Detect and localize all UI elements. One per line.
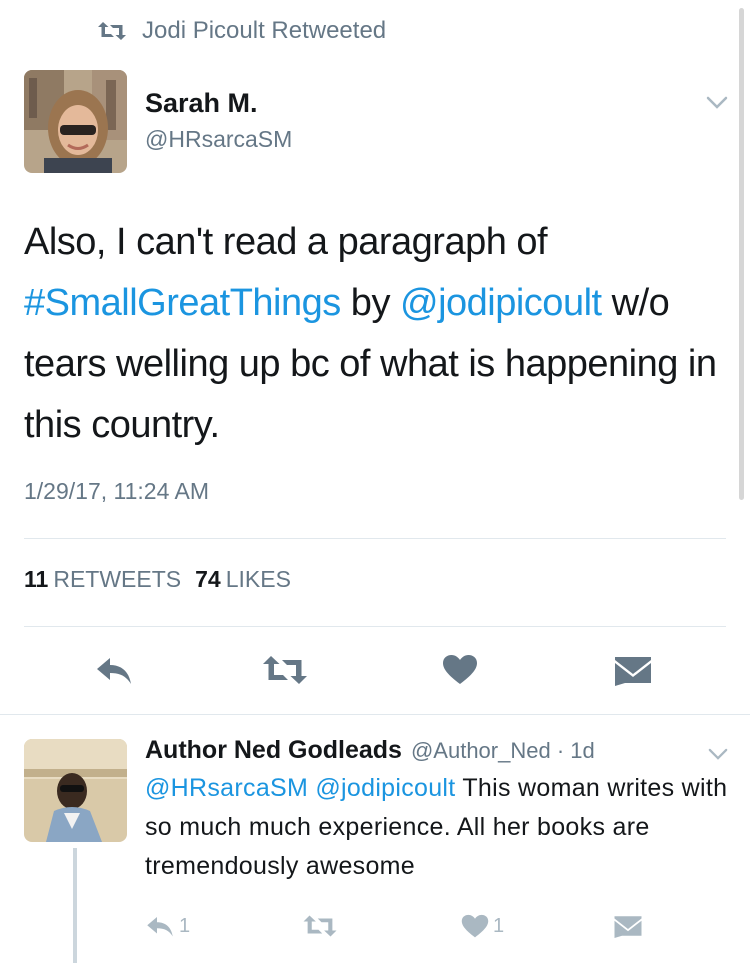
- tweet-text-part: by: [340, 282, 400, 324]
- tweet-timestamp: 1/29/17, 11:24 AM: [24, 478, 209, 504]
- retweets-stat[interactable]: 11 RETWEETS: [24, 566, 181, 593]
- mention-link[interactable]: @HRsarcaSM: [145, 774, 308, 802]
- avatar[interactable]: [24, 70, 127, 173]
- direct-message-button[interactable]: [605, 646, 661, 694]
- likes-label: LIKES: [225, 566, 291, 592]
- retweet-button[interactable]: [257, 646, 313, 694]
- reply-icon: [147, 917, 173, 937]
- retweet-icon: [263, 656, 307, 684]
- reply-button[interactable]: 1: [145, 906, 190, 946]
- heart-icon: [461, 914, 489, 937]
- reply-count: 1: [179, 914, 191, 937]
- tweet-author[interactable]: Sarah M. @HRsarcaSM: [24, 70, 734, 174]
- retweet-icon: [303, 915, 337, 937]
- chevron-down-icon[interactable]: [706, 96, 728, 110]
- tweet-text-part: Also, I can't read a paragraph of: [24, 221, 548, 263]
- author-name[interactable]: Sarah M.: [145, 88, 258, 119]
- scrollbar[interactable]: [739, 8, 744, 500]
- hashtag-link[interactable]: #SmallGreatThings: [24, 282, 341, 324]
- retweet-button[interactable]: [301, 906, 339, 946]
- like-button[interactable]: 1: [461, 906, 504, 946]
- reply-actions: 1 1: [145, 906, 735, 946]
- message-icon: [614, 916, 642, 938]
- divider: [24, 626, 726, 627]
- reply-tweet[interactable]: Author Ned Godleads @Author_Ned · 1d @HR…: [24, 736, 734, 963]
- reply-header: Author Ned Godleads @Author_Ned · 1d: [145, 736, 735, 765]
- mention-link[interactable]: @jodipicoult: [400, 282, 602, 324]
- like-button[interactable]: [432, 646, 488, 694]
- tweet-stats: 11 RETWEETS 74 LIKES: [24, 566, 291, 593]
- retweet-banner-text: Jodi Picoult Retweeted: [142, 17, 387, 44]
- reply-meta: @Author_Ned · 1d: [410, 738, 595, 763]
- retweets-count: 11: [24, 566, 49, 592]
- likes-count: 74: [195, 566, 221, 592]
- reply-icon: [97, 658, 131, 684]
- reply-button[interactable]: [86, 646, 142, 694]
- reply-author-name[interactable]: Author Ned Godleads: [145, 736, 402, 765]
- divider: [0, 714, 750, 715]
- reply-body: Author Ned Godleads @Author_Ned · 1d @HR…: [145, 736, 735, 938]
- reply-text: @HRsarcaSM @jodipicoult This woman write…: [145, 769, 735, 886]
- retweets-label: RETWEETS: [53, 566, 182, 592]
- retweet-banner[interactable]: Jodi Picoult Retweeted: [96, 14, 386, 48]
- retweet-icon: [98, 22, 126, 40]
- message-icon: [615, 657, 651, 686]
- chevron-down-icon[interactable]: [708, 748, 728, 761]
- likes-stat[interactable]: 74 LIKES: [195, 566, 291, 593]
- tweet-text: Also, I can't read a paragraph of #Small…: [24, 212, 724, 456]
- thread-line: [73, 848, 77, 963]
- tweet-actions: [0, 646, 750, 694]
- author-handle[interactable]: @HRsarcaSM: [145, 126, 292, 153]
- heart-icon: [443, 655, 477, 684]
- direct-message-button[interactable]: [613, 906, 643, 946]
- mention-link[interactable]: @jodipicoult: [315, 774, 455, 802]
- like-count: 1: [493, 914, 505, 937]
- divider: [24, 538, 726, 539]
- avatar[interactable]: [24, 739, 127, 842]
